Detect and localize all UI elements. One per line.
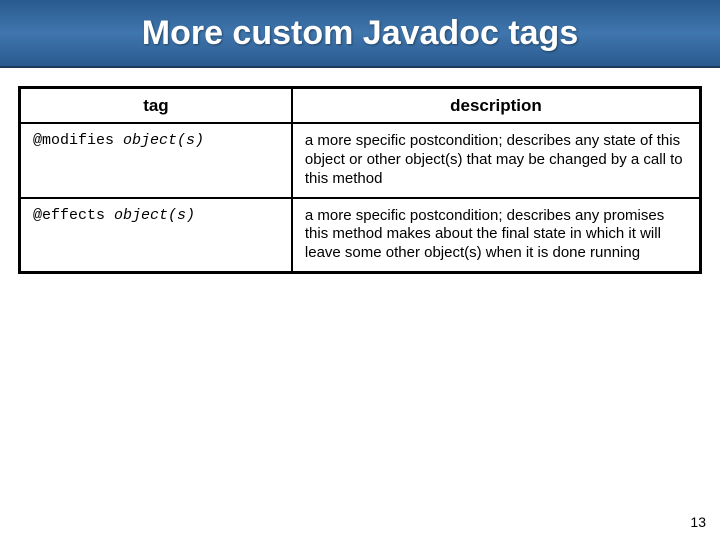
table-row: @modifies object(s) a more specific post… (20, 123, 701, 197)
table-row: @effects object(s) a more specific postc… (20, 198, 701, 273)
tag-name: @modifies (33, 132, 114, 149)
description-cell: a more specific postcondition; describes… (292, 123, 701, 197)
tag-cell: @effects object(s) (20, 198, 292, 273)
header-description: description (292, 88, 701, 124)
title-bar: More custom Javadoc tags (0, 0, 720, 68)
slide-title: More custom Javadoc tags (142, 14, 578, 53)
header-tag: tag (20, 88, 292, 124)
tag-name: @effects (33, 207, 105, 224)
tag-param-text: object(s) (123, 132, 204, 149)
page-number: 13 (690, 514, 706, 530)
description-cell: a more specific postcondition; describes… (292, 198, 701, 273)
table-header-row: tag description (20, 88, 701, 124)
slide: More custom Javadoc tags tag description… (0, 0, 720, 540)
tags-table: tag description @modifies object(s) a mo… (18, 86, 702, 274)
tag-param-text: object(s) (114, 207, 195, 224)
tag-cell: @modifies object(s) (20, 123, 292, 197)
content-area: tag description @modifies object(s) a mo… (0, 68, 720, 274)
